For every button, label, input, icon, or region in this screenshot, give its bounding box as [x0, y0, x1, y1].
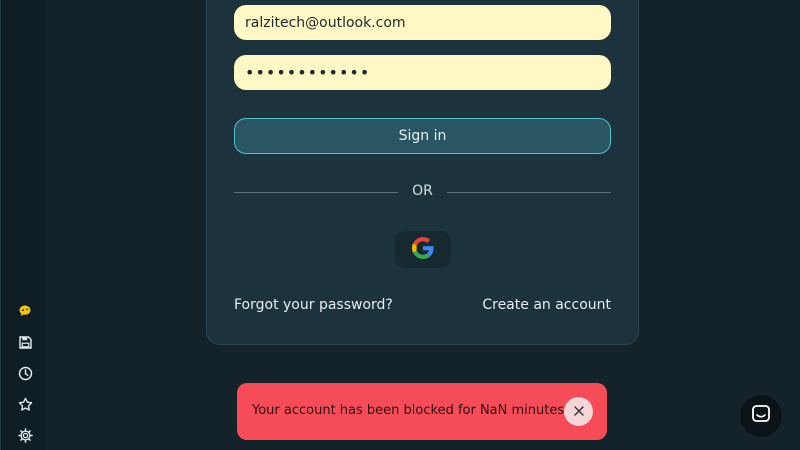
- star-icon[interactable]: [16, 395, 34, 413]
- sidebar: [0, 0, 46, 450]
- email-field[interactable]: [234, 5, 611, 40]
- clock-icon[interactable]: [16, 364, 34, 382]
- toast-close-button[interactable]: [564, 397, 593, 426]
- divider-line-left: [234, 192, 398, 193]
- sign-in-button[interactable]: Sign in: [234, 118, 611, 154]
- chat-bubble-icon[interactable]: [16, 302, 34, 320]
- gear-icon[interactable]: [16, 426, 34, 444]
- or-divider-label: OR: [412, 183, 433, 199]
- google-g-logo-icon: [412, 236, 434, 263]
- chat-icon: [751, 404, 771, 428]
- toast-message: Your account has been blocked for NaN mi…: [252, 403, 565, 418]
- create-account-link[interactable]: Create an account: [482, 297, 611, 313]
- password-field[interactable]: [234, 55, 611, 90]
- save-icon[interactable]: [16, 333, 34, 351]
- error-toast: Your account has been blocked for NaN mi…: [237, 383, 607, 440]
- login-card: [206, 0, 639, 345]
- support-chat-button[interactable]: [740, 395, 782, 437]
- close-icon: [573, 402, 585, 421]
- google-sign-in-button[interactable]: [395, 231, 451, 268]
- divider-line-right: [447, 192, 611, 193]
- forgot-password-link[interactable]: Forgot your password?: [234, 297, 393, 313]
